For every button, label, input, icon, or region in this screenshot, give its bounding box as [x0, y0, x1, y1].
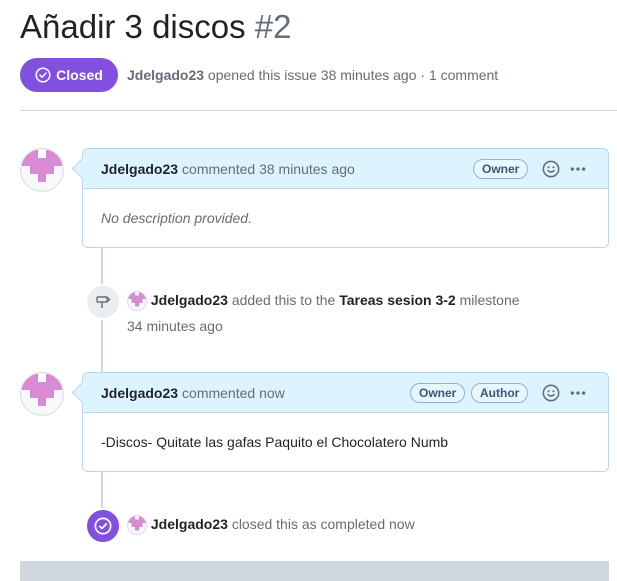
milestone-icon: [96, 296, 111, 308]
milestone-event-badge: [85, 284, 121, 320]
closed-event-badge: [85, 508, 121, 544]
event-text-before: added this to the: [231, 292, 336, 308]
identicon-icon: [128, 516, 146, 531]
event-timestamp[interactable]: 34 minutes ago: [127, 318, 223, 334]
comment-header: Jdelgado23 commented 38 minutes ago Owne…: [83, 149, 608, 189]
header-divider: [20, 110, 617, 111]
comment-body: -Discos- Quitate las gafas Paquito el Ch…: [101, 434, 449, 450]
issue-title: Añadir 3 discos #2: [20, 8, 292, 46]
comment-box: Jdelgado23 commented 38 minutes ago Owne…: [82, 148, 609, 248]
issue-title-text: Añadir 3 discos: [20, 8, 246, 45]
issue-meta: Jdelgado23 opened this issue 38 minutes …: [127, 67, 498, 83]
smiley-icon[interactable]: [540, 382, 562, 404]
event-author[interactable]: Jdelgado23: [151, 516, 228, 532]
closed-state-badge: Closed: [20, 58, 118, 92]
author-badge: Author: [471, 383, 529, 403]
event-text-after: milestone: [459, 292, 520, 308]
identicon-icon: [128, 292, 146, 307]
avatar[interactable]: [127, 515, 147, 536]
bottom-bar: [20, 561, 609, 581]
avatar[interactable]: [20, 148, 64, 192]
smiley-icon[interactable]: [540, 158, 562, 180]
kebab-horizontal-icon[interactable]: [567, 158, 589, 180]
avatar[interactable]: [20, 372, 64, 416]
comment-author[interactable]: Jdelgado23: [101, 161, 178, 177]
comment-timestamp[interactable]: commented now: [182, 385, 285, 401]
state-label: Closed: [56, 67, 103, 83]
check-circle-icon: [35, 67, 51, 83]
owner-badge: Owner: [473, 159, 529, 179]
avatar[interactable]: [127, 291, 147, 312]
closed-event: Jdelgado23 closed this as completed now: [127, 511, 415, 537]
event-author[interactable]: Jdelgado23: [151, 292, 228, 308]
issue-author-link[interactable]: Jdelgado23: [127, 67, 204, 83]
comment-header: Jdelgado23 commented now Owner Author: [83, 373, 608, 413]
comment-author[interactable]: Jdelgado23: [101, 385, 178, 401]
milestone-event: Jdelgado23 added this to the Tareas sesi…: [127, 287, 520, 339]
check-circle-icon: [94, 517, 112, 535]
milestone-link[interactable]: Tareas sesion 3-2: [339, 292, 455, 308]
comment-body: No description provided.: [101, 210, 252, 226]
owner-badge: Owner: [410, 383, 466, 403]
issue-meta-text: opened this issue 38 minutes ago · 1 com…: [207, 67, 499, 83]
issue-number: #2: [254, 8, 292, 45]
event-text: closed this as completed now: [231, 516, 415, 532]
identicon-icon: [22, 374, 62, 406]
comment-box: Jdelgado23 commented now Owner Author -D…: [82, 372, 609, 472]
comment-timestamp[interactable]: commented 38 minutes ago: [182, 161, 355, 177]
kebab-horizontal-icon[interactable]: [567, 382, 589, 404]
identicon-icon: [22, 150, 62, 182]
